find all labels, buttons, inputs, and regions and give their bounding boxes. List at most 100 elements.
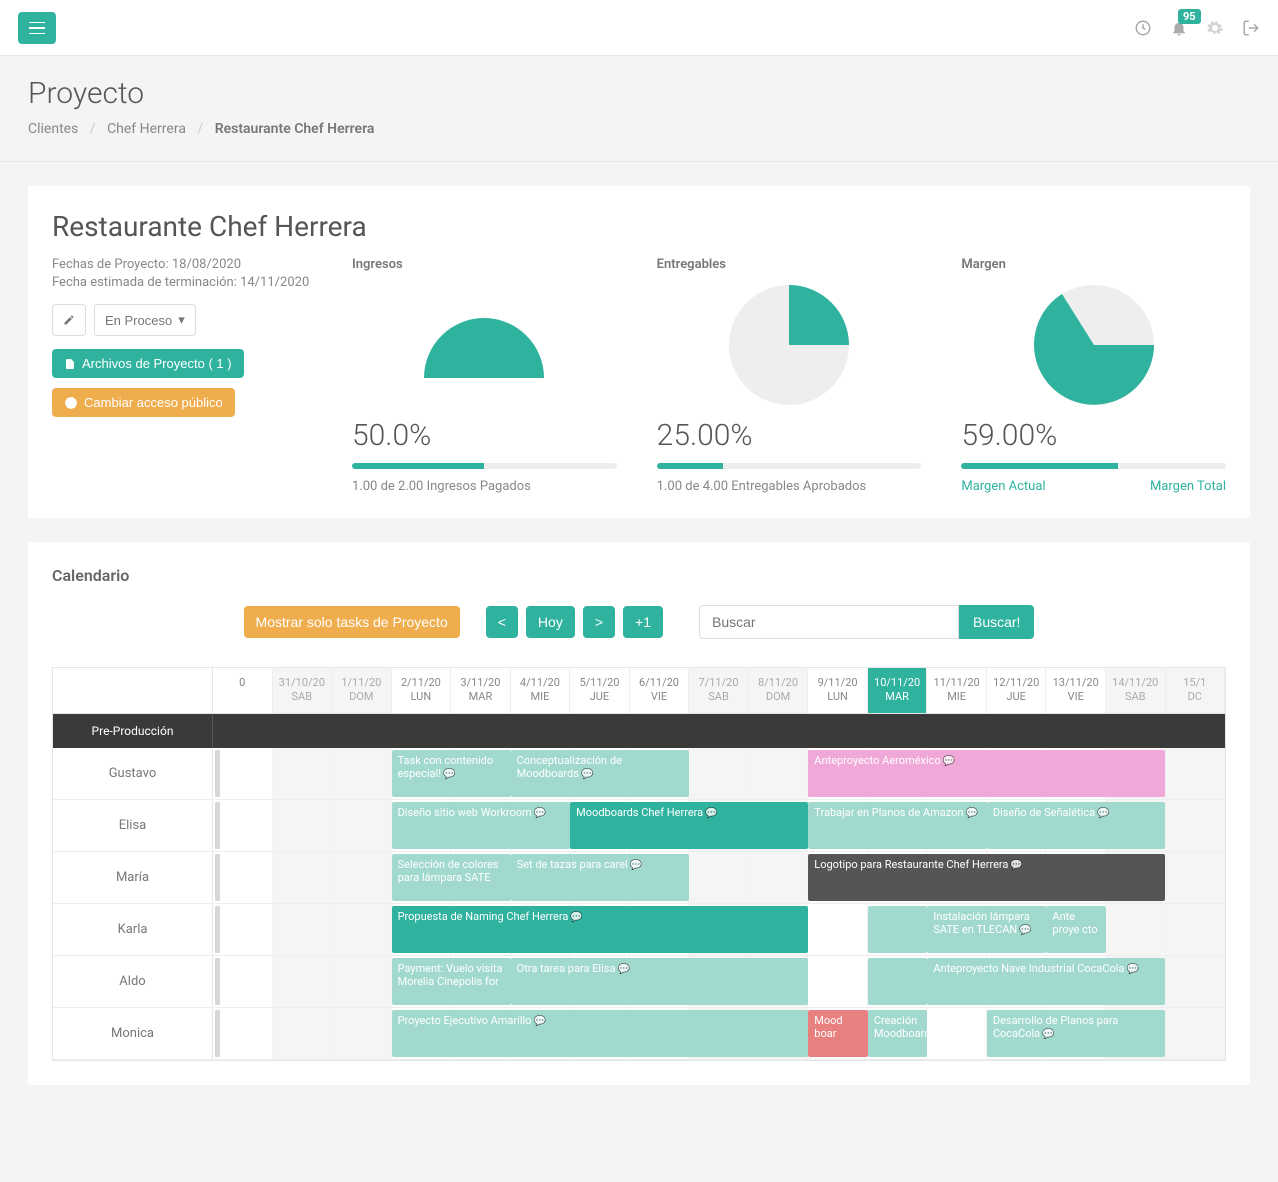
task-bar[interactable]: Desarrollo de Planos para CocaCola — [987, 1010, 1166, 1057]
chat-icon — [1124, 962, 1138, 975]
task-bar[interactable]: Selección de colores para lámpara SATE — [392, 854, 511, 901]
today-button[interactable]: Hoy — [526, 606, 575, 638]
search-button[interactable]: Buscar! — [959, 605, 1034, 639]
page-title: Proyecto — [28, 76, 1250, 111]
row-handle[interactable] — [215, 1010, 220, 1057]
task-bar[interactable]: Propuesta de Naming Chef Herrera — [392, 906, 809, 953]
row-handle[interactable] — [215, 854, 220, 901]
file-icon — [64, 357, 76, 371]
date-col: 13/11/20VIE — [1046, 668, 1106, 713]
chat-icon — [441, 767, 455, 780]
task-bar[interactable] — [868, 958, 928, 1005]
gantt-chart: 031/10/20SAB1/11/20DOM2/11/20LUN3/11/20M… — [52, 667, 1226, 1061]
breadcrumb-current: Restaurante Chef Herrera — [215, 121, 375, 137]
clock-icon[interactable] — [1134, 19, 1152, 37]
next-button[interactable]: > — [583, 606, 615, 638]
project-title: Restaurante Chef Herrera — [52, 210, 1226, 243]
task-bar[interactable]: Trabajar en Planos de Amazon — [808, 802, 987, 849]
prev-button[interactable]: < — [486, 606, 518, 638]
date-col: 2/11/20LUN — [392, 668, 452, 713]
globe-icon — [64, 396, 78, 410]
status-dropdown[interactable]: En Proceso ▾ — [94, 304, 196, 336]
date-col: 31/10/20SAB — [273, 668, 333, 713]
breadcrumb-chef[interactable]: Chef Herrera — [107, 121, 186, 137]
chat-icon — [628, 858, 642, 871]
task-bar[interactable]: Diseño sitio web Workroom — [392, 802, 571, 849]
person-name: Aldo — [53, 956, 213, 1007]
task-bar[interactable]: Instalación lámpara SATE en TLECAN — [927, 906, 1046, 953]
notification-badge: 95 — [1178, 9, 1201, 24]
stat-entregables: Entregables 25.00% 1.00 de 4.00 Entregab… — [657, 257, 922, 494]
ingresos-chart — [419, 308, 549, 383]
task-bar[interactable]: Set de tazas para carel — [511, 854, 690, 901]
task-bar[interactable]: Otra tarea para Elisa — [511, 958, 809, 1005]
chat-icon — [615, 962, 629, 975]
row-handle[interactable] — [215, 802, 220, 849]
task-bar[interactable]: Anteproyecto Aeroméxico — [808, 750, 1165, 797]
project-meta: Fechas de Proyecto: 18/08/2020 Fecha est… — [52, 257, 312, 494]
person-name: Karla — [53, 904, 213, 955]
gantt-section-row: Pre-Producción — [53, 714, 1225, 748]
project-card: Restaurante Chef Herrera Fechas de Proye… — [28, 186, 1250, 518]
filter-tasks-button[interactable]: Mostrar solo tasks de Proyecto — [244, 606, 460, 638]
date-col: 4/11/20MIE — [511, 668, 571, 713]
person-name: Gustavo — [53, 748, 213, 799]
task-bar[interactable]: Ante proye cto — [1046, 906, 1106, 953]
margen-actual-link[interactable]: Margen Actual — [961, 479, 1045, 494]
task-bar[interactable]: Payment: Vuelo visita Morelia Cinepolis … — [392, 958, 511, 1005]
public-access-button[interactable]: Cambiar acceso público — [52, 388, 235, 417]
chat-icon — [568, 910, 582, 923]
chat-icon — [1095, 806, 1109, 819]
plus-one-button[interactable]: +1 — [623, 606, 663, 638]
chat-icon — [703, 806, 717, 819]
chat-icon — [963, 806, 977, 819]
task-bar[interactable]: Mood boar — [808, 1010, 868, 1057]
topbar: 95 — [0, 0, 1278, 56]
person-name: Elisa — [53, 800, 213, 851]
chat-icon — [532, 806, 546, 819]
stat-margen: Margen 59.00% Margen Actual Margen Total — [961, 257, 1226, 494]
calendar-card: Calendario Mostrar solo tasks de Proyect… — [28, 542, 1250, 1085]
margen-total-link[interactable]: Margen Total — [1150, 479, 1226, 494]
task-bar[interactable]: Anteproyecto Nave Industrial CocaCola — [927, 958, 1165, 1005]
hamburger-icon — [29, 22, 45, 34]
chat-icon — [941, 754, 955, 767]
chat-icon — [579, 767, 593, 780]
notifications-icon[interactable]: 95 — [1170, 19, 1188, 37]
edit-button[interactable] — [52, 304, 86, 336]
date-col: 1/11/20DOM — [332, 668, 392, 713]
row-handle[interactable] — [215, 958, 220, 1005]
logout-icon[interactable] — [1242, 19, 1260, 37]
task-bar[interactable]: Diseño de Señalética — [987, 802, 1166, 849]
breadcrumb-clientes[interactable]: Clientes — [28, 121, 78, 137]
person-row: Aldo Payment: Vuelo visita Morelia Cinepo… — [53, 956, 1225, 1008]
pencil-icon — [63, 314, 75, 326]
menu-toggle-button[interactable] — [18, 12, 56, 44]
project-files-button[interactable]: Archivos de Proyecto ( 1 ) — [52, 349, 244, 378]
entregables-chart — [724, 280, 854, 410]
date-col: 9/11/20LUN — [808, 668, 868, 713]
task-bar[interactable]: Conceptualización de Moodboards — [511, 750, 690, 797]
person-row: MonicaProyecto Ejecutivo AmarilloMood bo… — [53, 1008, 1225, 1060]
date-col: 15/1DC — [1166, 668, 1226, 713]
row-handle[interactable] — [215, 906, 220, 953]
date-col: 7/11/20SAB — [689, 668, 749, 713]
task-bar[interactable]: Moodboards Chef Herrera — [570, 802, 808, 849]
task-bar[interactable]: Task con contenido especial! — [392, 750, 511, 797]
date-col: 14/11/20SAB — [1106, 668, 1166, 713]
chat-icon — [1040, 1027, 1054, 1040]
task-bar[interactable]: Creación Moodboards — [868, 1010, 928, 1057]
date-col: 0 — [213, 668, 273, 713]
task-bar[interactable]: Logotipo para Restaurante Chef Herrera — [808, 854, 1165, 901]
settings-icon[interactable] — [1206, 19, 1224, 37]
project-end-date: Fecha estimada de terminación: 14/11/202… — [52, 275, 312, 290]
chat-icon — [1017, 923, 1031, 936]
margen-chart — [1029, 280, 1159, 410]
project-dates: Fechas de Proyecto: 18/08/2020 — [52, 257, 312, 272]
chat-icon — [1008, 858, 1022, 871]
search-input[interactable] — [699, 605, 959, 639]
task-bar[interactable]: Proyecto Ejecutivo Amarillo — [392, 1010, 809, 1057]
row-handle[interactable] — [215, 750, 220, 797]
caret-down-icon: ▾ — [178, 312, 185, 328]
task-bar[interactable] — [868, 906, 928, 953]
